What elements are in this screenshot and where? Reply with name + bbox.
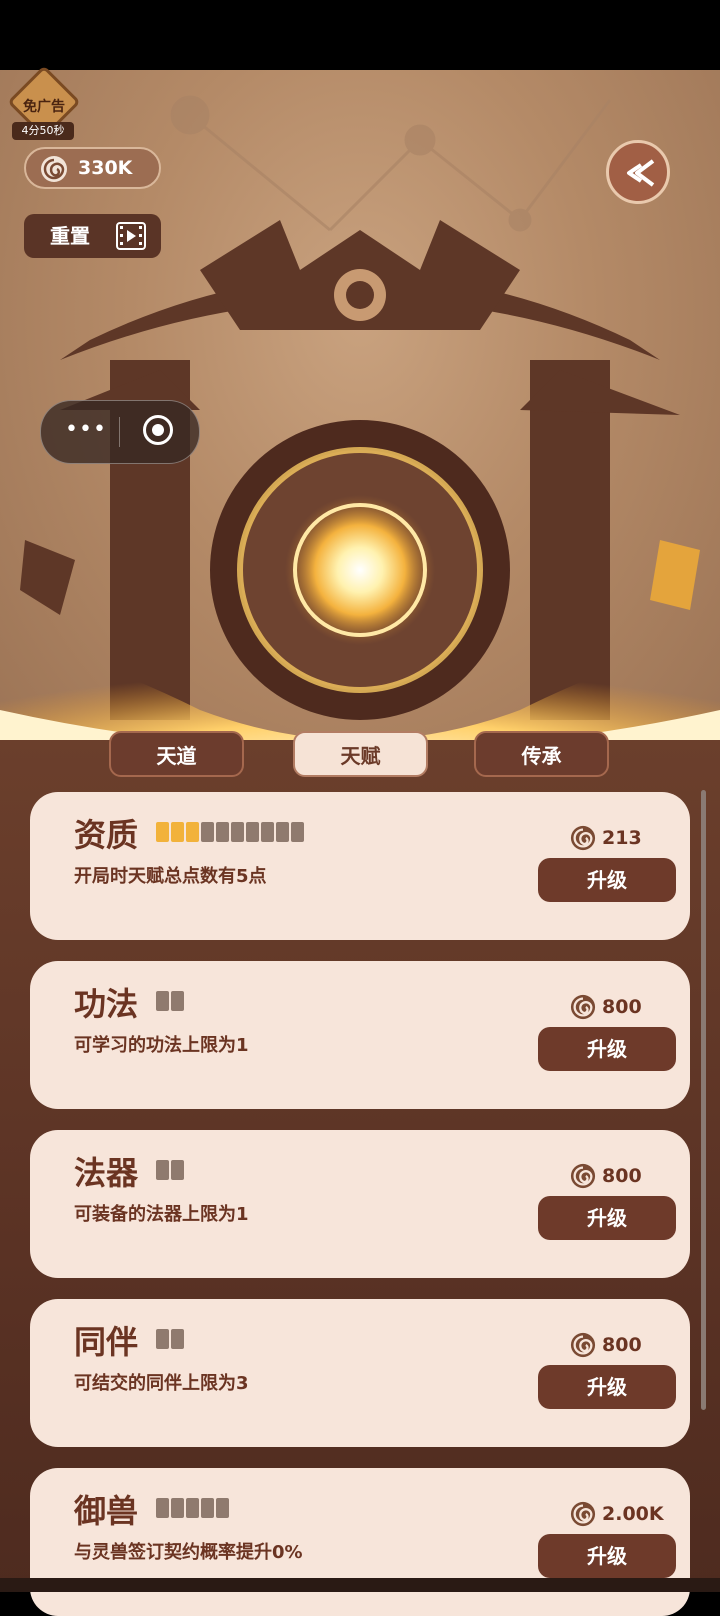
- spiral-coin-icon: [570, 994, 596, 1024]
- talent-level-bar: [156, 1498, 231, 1518]
- level-segment: [186, 822, 199, 842]
- spiral-coin-icon: [570, 1501, 596, 1531]
- upgrade-button[interactable]: 升级: [538, 1534, 676, 1578]
- spiral-coin-icon: [41, 156, 67, 182]
- cost-value: 213: [602, 827, 642, 849]
- miniprogram-capsule: •••: [40, 400, 200, 464]
- level-segment: [291, 822, 304, 842]
- talent-level-bar: [156, 1160, 186, 1180]
- back-button[interactable]: [606, 140, 670, 204]
- level-segment: [201, 1498, 214, 1518]
- level-segment: [156, 1329, 169, 1349]
- spiral-coin-icon: [570, 1163, 596, 1193]
- talent-card: 法器可装备的法器上限为1 800 升级: [30, 1130, 690, 1278]
- tab-tianfu[interactable]: 天赋: [293, 731, 428, 777]
- ad-free-timer: 4分50秒: [12, 122, 74, 140]
- scrollbar[interactable]: [701, 790, 706, 1410]
- level-segment: [216, 822, 229, 842]
- talent-level-bar: [156, 991, 186, 1011]
- upgrade-button[interactable]: 升级: [538, 1365, 676, 1409]
- level-segment: [171, 1498, 184, 1518]
- level-segment: [156, 1498, 169, 1518]
- talent-name: 资质: [74, 816, 139, 854]
- level-segment: [246, 822, 259, 842]
- tab-chuancheng[interactable]: 传承: [474, 731, 609, 777]
- level-segment: [156, 1160, 169, 1180]
- talent-card: 功法可学习的功法上限为1 800 升级: [30, 961, 690, 1109]
- video-icon: [116, 222, 146, 250]
- talent-name: 法器: [74, 1154, 139, 1192]
- talent-name: 功法: [74, 985, 139, 1023]
- talent-description: 可装备的法器上限为1: [74, 1204, 249, 1225]
- reset-label: 重置: [50, 224, 90, 248]
- talent-description: 可结交的同伴上限为3: [74, 1373, 249, 1394]
- capsule-divider: [119, 417, 120, 447]
- level-segment: [201, 822, 214, 842]
- ad-free-label: 免广告: [23, 99, 65, 115]
- level-segment: [156, 822, 169, 842]
- level-segment: [186, 1498, 199, 1518]
- talent-level-bar: [156, 822, 306, 842]
- level-segment: [261, 822, 274, 842]
- talent-card: 同伴可结交的同伴上限为3 800 升级: [30, 1299, 690, 1447]
- upgrade-button[interactable]: 升级: [538, 858, 676, 902]
- currency-amount: 330K: [78, 157, 133, 179]
- cost-value: 800: [602, 1334, 642, 1356]
- level-segment: [171, 822, 184, 842]
- level-segment: [216, 1498, 229, 1518]
- cost-value: 800: [602, 996, 642, 1018]
- currency-display: 330K: [24, 147, 161, 189]
- talent-name: 同伴: [74, 1323, 139, 1361]
- target-circle-icon[interactable]: [143, 415, 173, 445]
- talent-description: 可学习的功法上限为1: [74, 1035, 249, 1056]
- level-segment: [276, 822, 289, 842]
- level-segment: [156, 991, 169, 1011]
- level-segment: [171, 1329, 184, 1349]
- spiral-coin-icon: [570, 825, 596, 855]
- cost-value: 800: [602, 1165, 642, 1187]
- status-bar: [0, 0, 720, 70]
- reset-button[interactable]: 重置: [24, 214, 161, 258]
- talent-level-bar: [156, 1329, 186, 1349]
- talent-card: 资质开局时天赋总点数有5点 213 升级: [30, 792, 690, 940]
- more-menu-button[interactable]: •••: [65, 419, 107, 441]
- talent-description: 开局时天赋总点数有5点: [74, 866, 267, 887]
- upgrade-button[interactable]: 升级: [538, 1196, 676, 1240]
- talent-name: 御兽: [74, 1492, 139, 1530]
- double-chevron-left-icon: [627, 159, 655, 187]
- cost-value: 2.00K: [602, 1503, 664, 1525]
- level-segment: [171, 1160, 184, 1180]
- tab-tiandao[interactable]: 天道: [109, 731, 244, 777]
- spiral-coin-icon: [570, 1332, 596, 1362]
- bottom-strip: [0, 1578, 720, 1592]
- upgrade-button[interactable]: 升级: [538, 1027, 676, 1071]
- level-segment: [171, 991, 184, 1011]
- level-segment: [231, 822, 244, 842]
- talent-card: 御兽与灵兽签订契约概率提升0% 2.00K 升级: [30, 1468, 690, 1616]
- ad-free-badge[interactable]: 免广告 4分50秒: [4, 65, 81, 144]
- talent-description: 与灵兽签订契约概率提升0%: [74, 1542, 303, 1563]
